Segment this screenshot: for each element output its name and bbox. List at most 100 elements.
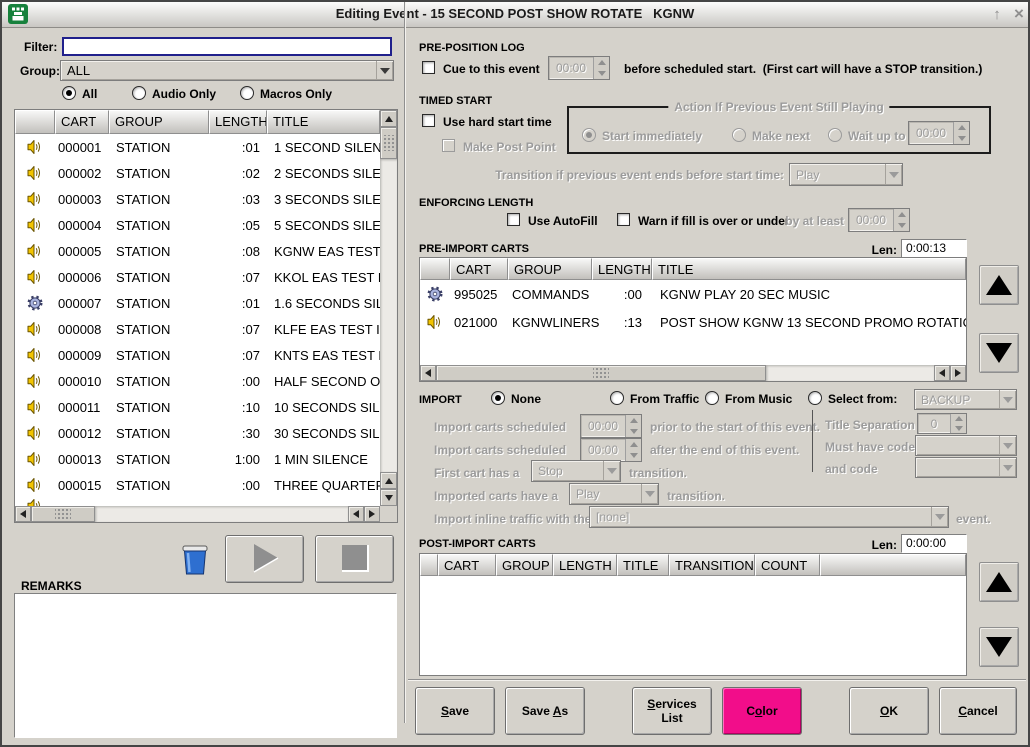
hscroll-track[interactable] xyxy=(766,365,934,381)
header-icon-column[interactable] xyxy=(15,110,55,134)
color-button[interactable]: Color xyxy=(722,687,802,735)
table-row[interactable]: 000008STATION:07KLFE EAS TEST IN xyxy=(15,316,380,342)
hard-start-checkbox[interactable] xyxy=(422,114,435,127)
table-row[interactable]: 995025COMMANDS:00KGNW PLAY 20 SEC MUSIC xyxy=(420,280,966,308)
table-row[interactable]: 000002STATION:022 SECONDS SILENCE xyxy=(15,160,380,186)
trash-icon[interactable] xyxy=(180,543,210,581)
header-length[interactable]: LENGTH xyxy=(592,258,652,280)
pre-import-move-up-button[interactable] xyxy=(979,265,1019,305)
shade-button[interactable]: ↑ xyxy=(987,4,1007,24)
import-select-radio[interactable] xyxy=(808,391,822,405)
must-code-combo xyxy=(915,435,1017,456)
post-import-move-up-button[interactable] xyxy=(979,562,1019,602)
table-row[interactable]: 000010STATION:00HALF SECOND OF xyxy=(15,368,380,394)
imported-carts-suffix: transition. xyxy=(667,489,725,503)
import-music-radio[interactable] xyxy=(705,391,719,405)
save-button[interactable]: Save xyxy=(415,687,495,735)
header-cart[interactable]: CART xyxy=(55,110,109,134)
table-row[interactable]: 000001STATION:011 SECOND SILENCE xyxy=(15,134,380,160)
table-row[interactable]: 000004STATION:055 SECONDS SILENCE xyxy=(15,212,380,238)
vscroll-thumb[interactable] xyxy=(380,127,397,159)
vscroll-up-button[interactable] xyxy=(380,110,397,127)
table-row[interactable]: 000005STATION:08KGNW EAS TEST IN xyxy=(15,238,380,264)
table-row[interactable]: 000009STATION:07KNTS EAS TEST IN xyxy=(15,342,380,368)
spin-arrows-icon xyxy=(953,122,969,144)
vscroll-down-button[interactable] xyxy=(380,489,397,506)
hard-start-label: Use hard start time xyxy=(443,115,552,129)
hscroll-thumb[interactable] xyxy=(436,365,766,381)
ok-button[interactable]: OK xyxy=(849,687,929,735)
hscroll-left-button[interactable] xyxy=(15,506,31,522)
group-label: Group: xyxy=(20,64,60,78)
header-count[interactable]: COUNT xyxy=(755,554,820,576)
header-title[interactable]: TITLE xyxy=(617,554,669,576)
header-title[interactable]: TITLE xyxy=(267,110,380,134)
hscroll-right-button[interactable] xyxy=(364,506,380,522)
vscroll-track[interactable] xyxy=(380,159,397,472)
import-select-label: Select from: xyxy=(828,392,897,406)
inline-event-combo: [none] xyxy=(589,506,949,528)
remarks-textarea[interactable] xyxy=(14,593,397,738)
pre-import-move-down-button[interactable] xyxy=(979,333,1019,373)
hscroll-thumb[interactable] xyxy=(31,506,95,522)
header-title[interactable]: TITLE xyxy=(652,258,966,280)
save-as-button[interactable]: Save As xyxy=(505,687,585,735)
table-row[interactable]: 000007STATION:011.6 SECONDS SILENCE xyxy=(15,290,380,316)
shade-icon: ↑ xyxy=(993,6,1001,23)
header-group[interactable]: GROUP xyxy=(496,554,553,576)
must-have-code-label: Must have code xyxy=(825,440,915,454)
post-import-move-down-button[interactable] xyxy=(979,627,1019,667)
hscroll-left-button[interactable] xyxy=(420,365,436,381)
table-row[interactable]: 000003STATION:033 SECONDS SILENCE xyxy=(15,186,380,212)
table-row[interactable]: 000013STATION1:001 MIN SILENCE xyxy=(15,446,380,472)
header-length[interactable]: LENGTH xyxy=(553,554,617,576)
scroll-corner xyxy=(380,506,397,522)
autofill-label: Use AutoFill xyxy=(528,214,598,228)
grip-dots-icon xyxy=(593,368,609,378)
table-row[interactable]: 000012STATION:3030 SECONDS SILENCE xyxy=(15,420,380,446)
titlebar[interactable]: Editing Event - 15 SECOND POST SHOW ROTA… xyxy=(2,2,1028,28)
import-none-radio[interactable] xyxy=(491,391,505,405)
header-group[interactable]: GROUP xyxy=(508,258,592,280)
header-transition[interactable]: TRANSITION xyxy=(669,554,755,576)
spin-arrows-icon xyxy=(950,414,966,433)
filter-input[interactable] xyxy=(62,37,392,56)
all-radio[interactable] xyxy=(62,86,76,100)
pre-position-section-label: PRE-POSITION LOG xyxy=(419,42,525,54)
header-cart[interactable]: CART xyxy=(450,258,508,280)
chevron-down-icon xyxy=(603,461,620,481)
import-traffic-radio[interactable] xyxy=(610,391,624,405)
cue-offset-spinbox: 00:00 xyxy=(548,56,610,80)
table-row[interactable]: 000011STATION:1010 SECONDS SILENCE xyxy=(15,394,380,420)
header-length[interactable]: LENGTH xyxy=(209,110,267,134)
table-row[interactable]: 000006STATION:07KKOL EAS TEST IN xyxy=(15,264,380,290)
cue-checkbox[interactable] xyxy=(422,61,435,74)
warn-checkbox[interactable] xyxy=(617,213,630,226)
hscroll-left2-button[interactable] xyxy=(348,506,364,522)
close-icon: × xyxy=(1014,4,1024,24)
close-button[interactable]: × xyxy=(1009,4,1029,24)
sched-prior-spinbox: 00:00 xyxy=(580,414,642,438)
macro-icon xyxy=(420,286,450,302)
chevron-down-icon xyxy=(376,61,393,80)
table-row[interactable]: 000015STATION:00THREE QUARTERS xyxy=(15,472,380,498)
hscroll-right-button[interactable] xyxy=(950,365,966,381)
start-immediately-radio xyxy=(582,128,596,142)
sched-prior-label: Import carts scheduled xyxy=(434,420,566,434)
audio-only-radio[interactable] xyxy=(132,86,146,100)
cancel-button[interactable]: Cancel xyxy=(939,687,1017,735)
header-icon-column[interactable] xyxy=(420,258,450,280)
group-select[interactable]: ALL xyxy=(60,60,394,81)
table-row[interactable]: 021000KGNWLINERS:13POST SHOW KGNW 13 SEC… xyxy=(420,308,966,336)
header-group[interactable]: GROUP xyxy=(109,110,209,134)
header-icon-column[interactable] xyxy=(420,554,438,576)
hscroll-track[interactable] xyxy=(95,506,348,522)
services-list-button[interactable]: Services List xyxy=(632,687,712,735)
audio-only-radio-label: Audio Only xyxy=(152,87,216,101)
macros-only-radio[interactable] xyxy=(240,86,254,100)
header-cart[interactable]: CART xyxy=(438,554,496,576)
hscroll-left2-button[interactable] xyxy=(934,365,950,381)
autofill-checkbox[interactable] xyxy=(507,213,520,226)
vscroll-up2-button[interactable] xyxy=(380,472,397,489)
sched-after-suffix: after the end of this event. xyxy=(650,443,799,457)
